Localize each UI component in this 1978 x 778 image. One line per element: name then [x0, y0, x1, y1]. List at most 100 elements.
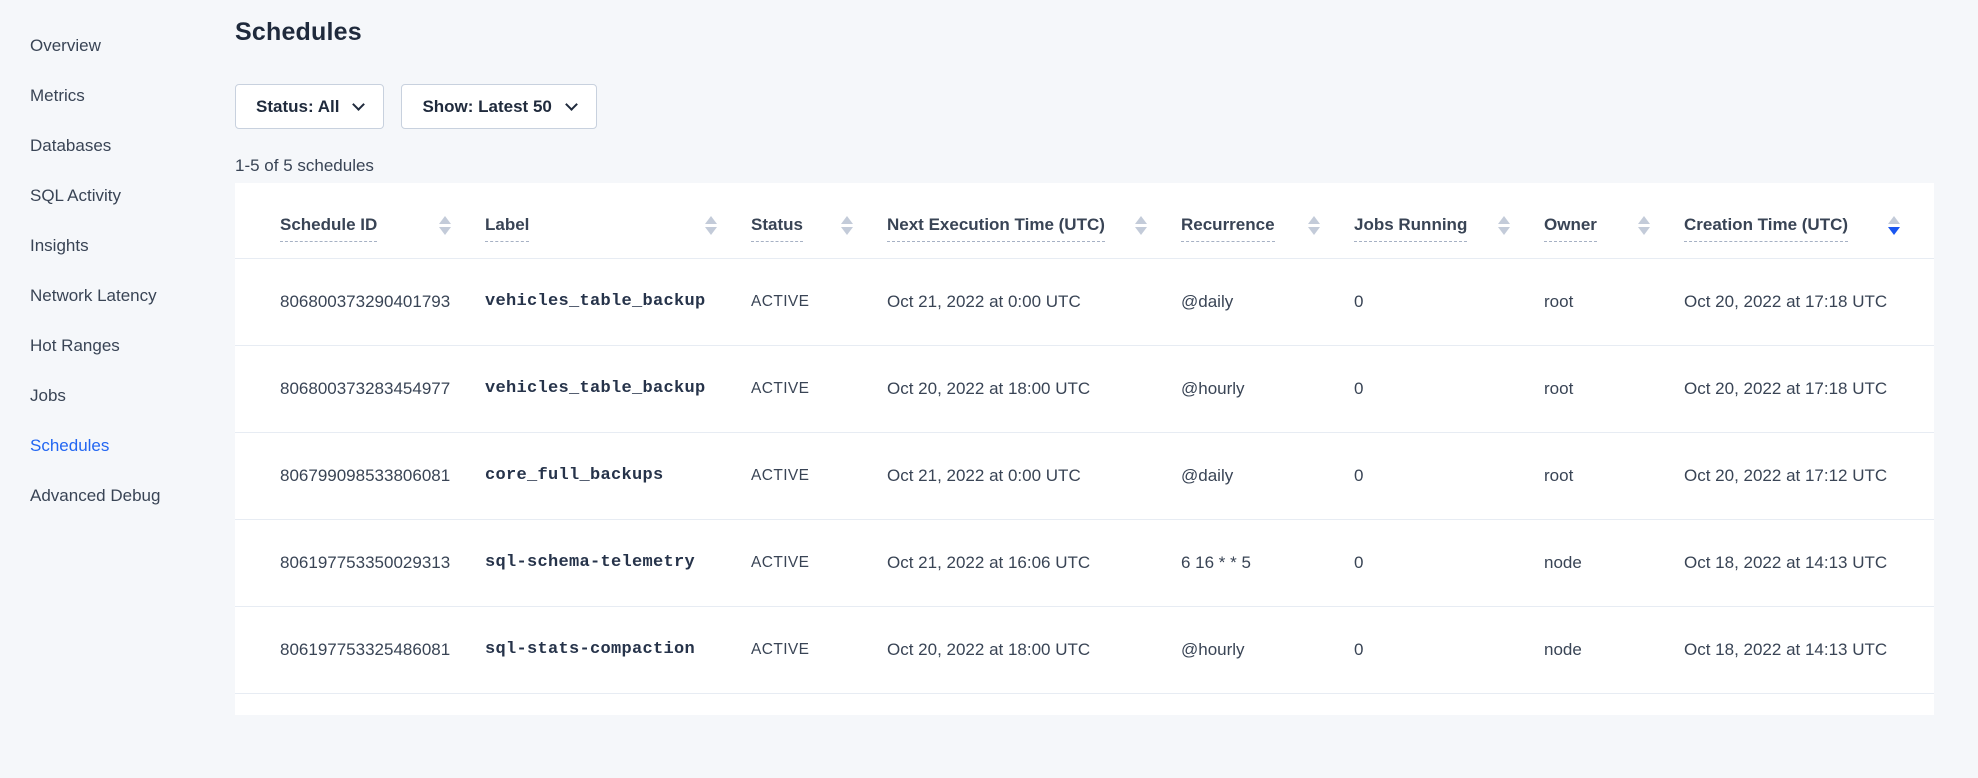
- table-row[interactable]: 806799098533806081core_full_backupsACTIV…: [235, 432, 1934, 519]
- main-content: Schedules Status: All Show: Latest 50 1-…: [235, 0, 1934, 715]
- cell-jobs_running: 0: [1354, 606, 1544, 693]
- chevron-down-icon: [353, 98, 366, 111]
- cell-schedule_id: 806800373290401793: [235, 258, 485, 345]
- cell-status: ACTIVE: [751, 519, 887, 606]
- sidebar-item-advanced-debug[interactable]: Advanced Debug: [30, 471, 235, 521]
- column-label-creation_time: Creation Time (UTC): [1684, 215, 1848, 242]
- column-header-owner[interactable]: Owner: [1544, 183, 1684, 258]
- cell-recurrence: @daily: [1181, 258, 1354, 345]
- sort-icon[interactable]: [1638, 216, 1650, 235]
- filters-bar: Status: All Show: Latest 50: [235, 84, 1934, 129]
- sort-asc-arrow-icon: [841, 216, 853, 224]
- cell-schedule_id: 806800373283454977: [235, 345, 485, 432]
- sort-asc-arrow-icon: [1638, 216, 1650, 224]
- table-row[interactable]: 806197753350029313sql-schema-telemetryAC…: [235, 519, 1934, 606]
- sidebar-item-schedules[interactable]: Schedules: [30, 421, 235, 471]
- sidebar-item-metrics[interactable]: Metrics: [30, 71, 235, 121]
- cell-label: vehicles_table_backup: [485, 258, 751, 345]
- sort-asc-arrow-icon: [439, 216, 451, 224]
- schedules-page: { "colors": { "background": "#f5f7fa", "…: [0, 0, 1978, 778]
- table-head: Schedule ID Label Status Next Execution Tim…: [235, 183, 1934, 258]
- cell-label: sql-stats-compaction: [485, 606, 751, 693]
- cell-creation_time: Oct 20, 2022 at 17:12 UTC: [1684, 432, 1934, 519]
- sidebar-item-hot-ranges[interactable]: Hot Ranges: [30, 321, 235, 371]
- cell-status: ACTIVE: [751, 606, 887, 693]
- cell-recurrence: @hourly: [1181, 345, 1354, 432]
- column-label-status: Status: [751, 215, 803, 242]
- chevron-down-icon: [565, 98, 578, 111]
- column-header-jobs_running[interactable]: Jobs Running: [1354, 183, 1544, 258]
- cell-owner: node: [1544, 606, 1684, 693]
- column-label-label: Label: [485, 215, 529, 242]
- schedules-table: Schedule ID Label Status Next Execution Tim…: [235, 183, 1934, 694]
- cell-owner: root: [1544, 432, 1684, 519]
- cell-label: vehicles_table_backup: [485, 345, 751, 432]
- sort-asc-arrow-icon: [1135, 216, 1147, 224]
- column-header-status[interactable]: Status: [751, 183, 887, 258]
- sidebar: OverviewMetricsDatabasesSQL ActivityInsi…: [0, 0, 235, 778]
- cell-status: ACTIVE: [751, 432, 887, 519]
- sort-icon[interactable]: [1888, 216, 1900, 235]
- cell-next_execution: Oct 21, 2022 at 16:06 UTC: [887, 519, 1181, 606]
- column-header-recurrence[interactable]: Recurrence: [1181, 183, 1354, 258]
- sort-asc-arrow-icon: [705, 216, 717, 224]
- status-filter-dropdown[interactable]: Status: All: [235, 84, 384, 129]
- column-label-owner: Owner: [1544, 215, 1597, 242]
- cell-jobs_running: 0: [1354, 345, 1544, 432]
- sort-icon[interactable]: [705, 216, 717, 235]
- sort-icon[interactable]: [439, 216, 451, 235]
- status-filter-label: Status: All: [256, 97, 339, 117]
- sort-icon[interactable]: [1498, 216, 1510, 235]
- sort-asc-arrow-icon: [1308, 216, 1320, 224]
- cell-next_execution: Oct 20, 2022 at 18:00 UTC: [887, 606, 1181, 693]
- sidebar-item-network-latency[interactable]: Network Latency: [30, 271, 235, 321]
- column-header-next_execution[interactable]: Next Execution Time (UTC): [887, 183, 1181, 258]
- column-header-creation_time[interactable]: Creation Time (UTC): [1684, 183, 1934, 258]
- sort-desc-arrow-icon: [1638, 227, 1650, 235]
- table-row[interactable]: 806197753325486081sql-stats-compactionAC…: [235, 606, 1934, 693]
- show-filter-label: Show: Latest 50: [422, 97, 551, 117]
- cell-label: core_full_backups: [485, 432, 751, 519]
- column-label-recurrence: Recurrence: [1181, 215, 1275, 242]
- column-header-label[interactable]: Label: [485, 183, 751, 258]
- cell-label: sql-schema-telemetry: [485, 519, 751, 606]
- sort-icon[interactable]: [1135, 216, 1147, 235]
- table-row[interactable]: 806800373290401793vehicles_table_backupA…: [235, 258, 1934, 345]
- cell-owner: root: [1544, 345, 1684, 432]
- cell-jobs_running: 0: [1354, 258, 1544, 345]
- cell-owner: root: [1544, 258, 1684, 345]
- page-title: Schedules: [235, 0, 1934, 48]
- sort-asc-arrow-icon: [1888, 216, 1900, 224]
- table-body: 806800373290401793vehicles_table_backupA…: [235, 258, 1934, 693]
- sidebar-item-sql-activity[interactable]: SQL Activity: [30, 171, 235, 221]
- table-header-row: Schedule ID Label Status Next Execution Tim…: [235, 183, 1934, 258]
- sort-asc-arrow-icon: [1498, 216, 1510, 224]
- column-header-schedule_id[interactable]: Schedule ID: [235, 183, 485, 258]
- sidebar-item-insights[interactable]: Insights: [30, 221, 235, 271]
- sort-desc-arrow-icon: [439, 227, 451, 235]
- cell-recurrence: 6 16 * * 5: [1181, 519, 1354, 606]
- cell-creation_time: Oct 20, 2022 at 17:18 UTC: [1684, 345, 1934, 432]
- cell-jobs_running: 0: [1354, 519, 1544, 606]
- cell-creation_time: Oct 18, 2022 at 14:13 UTC: [1684, 606, 1934, 693]
- table-row[interactable]: 806800373283454977vehicles_table_backupA…: [235, 345, 1934, 432]
- cell-status: ACTIVE: [751, 345, 887, 432]
- sort-icon[interactable]: [841, 216, 853, 235]
- sidebar-item-overview[interactable]: Overview: [30, 21, 235, 71]
- cell-schedule_id: 806197753325486081: [235, 606, 485, 693]
- sidebar-item-jobs[interactable]: Jobs: [30, 371, 235, 421]
- sort-icon[interactable]: [1308, 216, 1320, 235]
- column-label-schedule_id: Schedule ID: [280, 215, 377, 242]
- cell-schedule_id: 806197753350029313: [235, 519, 485, 606]
- sidebar-item-databases[interactable]: Databases: [30, 121, 235, 171]
- cell-next_execution: Oct 20, 2022 at 18:00 UTC: [887, 345, 1181, 432]
- cell-creation_time: Oct 20, 2022 at 17:18 UTC: [1684, 258, 1934, 345]
- cell-next_execution: Oct 21, 2022 at 0:00 UTC: [887, 432, 1181, 519]
- sidebar-nav: OverviewMetricsDatabasesSQL ActivityInsi…: [30, 21, 235, 521]
- cell-recurrence: @daily: [1181, 432, 1354, 519]
- sort-desc-arrow-icon: [705, 227, 717, 235]
- schedules-table-card: Schedule ID Label Status Next Execution Tim…: [235, 183, 1934, 715]
- sort-desc-arrow-icon: [1135, 227, 1147, 235]
- cell-creation_time: Oct 18, 2022 at 14:13 UTC: [1684, 519, 1934, 606]
- show-filter-dropdown[interactable]: Show: Latest 50: [401, 84, 596, 129]
